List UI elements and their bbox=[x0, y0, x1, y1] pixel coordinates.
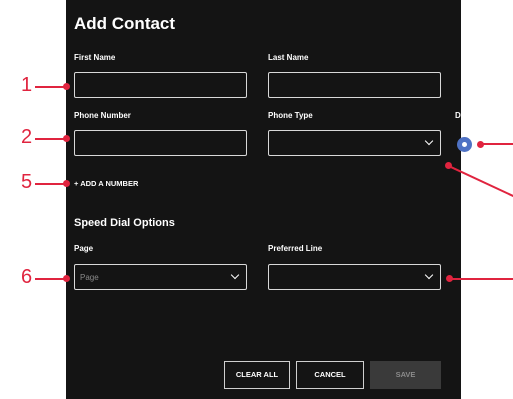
default-radio[interactable] bbox=[457, 137, 472, 152]
preferred-line-label: Preferred Line bbox=[268, 244, 323, 253]
callout-1-number: 1 bbox=[21, 74, 33, 96]
chevron-down-icon bbox=[424, 270, 434, 280]
preferred-line-select[interactable] bbox=[268, 264, 441, 290]
first-name-label: First Name bbox=[74, 53, 116, 62]
callout-2-number: 2 bbox=[21, 126, 33, 148]
page-select-placeholder: Page bbox=[80, 273, 99, 282]
plus-icon: + bbox=[74, 179, 79, 188]
first-name-field[interactable] bbox=[74, 72, 247, 98]
callout-5-line bbox=[35, 183, 65, 185]
phone-number-field[interactable] bbox=[74, 130, 247, 156]
phone-type-label: Phone Type bbox=[268, 111, 313, 120]
phone-number-label: Phone Number bbox=[74, 111, 131, 120]
callout-1-dot bbox=[63, 83, 70, 90]
chevron-down-icon bbox=[230, 270, 240, 280]
page-title: Add Contact bbox=[74, 14, 176, 33]
callout-1-line bbox=[35, 86, 65, 88]
cancel-button[interactable]: CANCEL bbox=[296, 361, 364, 389]
callout-6-line bbox=[35, 278, 65, 280]
callout-preferred-line-line bbox=[452, 278, 513, 280]
radio-dot-icon bbox=[462, 142, 467, 147]
callout-default-line bbox=[483, 143, 513, 145]
add-contact-panel bbox=[66, 0, 461, 399]
add-number-label: ADD A NUMBER bbox=[80, 179, 139, 188]
clear-all-button[interactable]: CLEAR ALL bbox=[224, 361, 290, 389]
callout-2-line bbox=[35, 138, 65, 140]
callout-5-number: 5 bbox=[21, 171, 33, 193]
last-name-field[interactable] bbox=[268, 72, 441, 98]
phone-type-select[interactable] bbox=[268, 130, 441, 156]
default-label: Default bbox=[455, 111, 483, 120]
chevron-down-icon bbox=[424, 136, 434, 146]
callout-5-dot bbox=[63, 180, 70, 187]
callout-2-dot bbox=[63, 135, 70, 142]
callout-6-number: 6 bbox=[21, 266, 33, 288]
last-name-label: Last Name bbox=[268, 53, 309, 62]
callout-6-dot bbox=[63, 275, 70, 282]
page-select[interactable]: Page bbox=[74, 264, 247, 290]
add-number-button[interactable]: + ADD A NUMBER bbox=[74, 179, 138, 188]
save-button[interactable]: SAVE bbox=[370, 361, 441, 389]
speed-dial-heading: Speed Dial Options bbox=[74, 217, 175, 229]
page-label: Page bbox=[74, 244, 94, 253]
